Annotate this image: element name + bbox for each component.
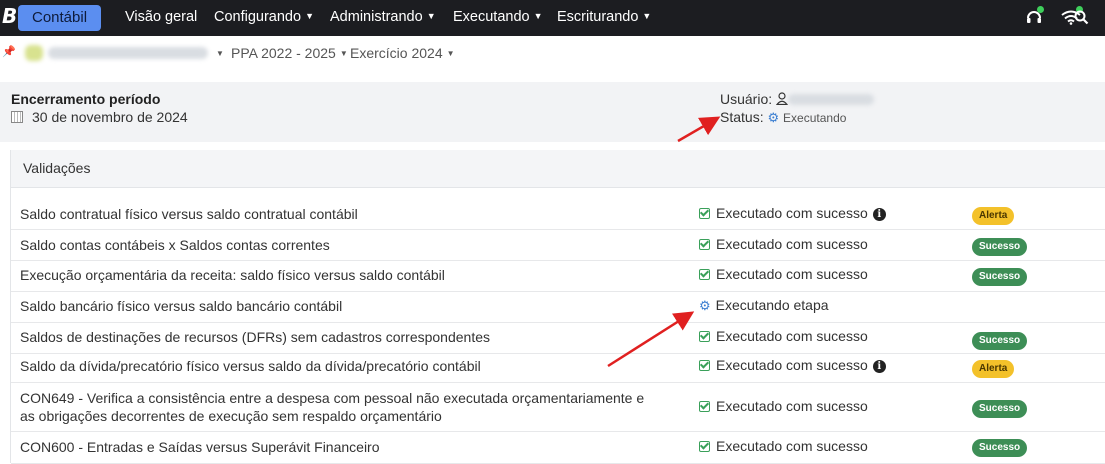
annotation-arrows	[607, 116, 721, 368]
annotation-arrow-running-step	[607, 311, 695, 368]
annotation-arrow-status	[677, 116, 721, 143]
